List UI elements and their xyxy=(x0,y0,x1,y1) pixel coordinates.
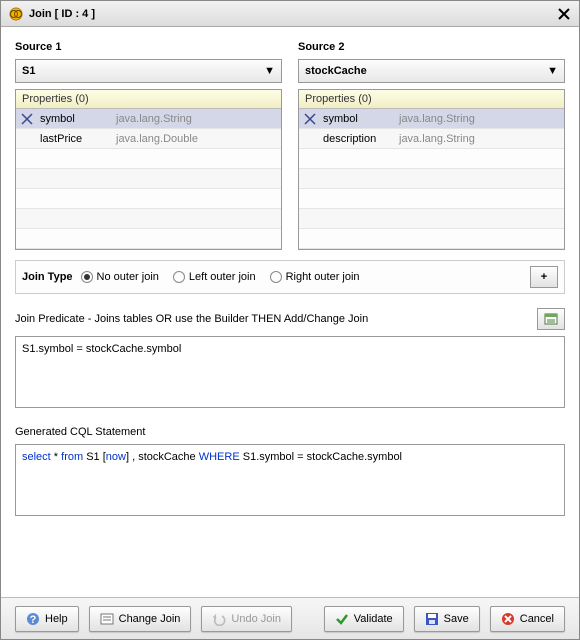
property-name: lastPrice xyxy=(40,133,110,145)
change-join-button[interactable]: Change Join xyxy=(89,606,192,632)
button-label: Change Join xyxy=(119,613,181,625)
join-type-label: Join Type xyxy=(22,271,73,283)
validate-button[interactable]: Validate xyxy=(324,606,404,632)
add-join-button[interactable]: + xyxy=(530,266,558,288)
undo-join-button: Undo Join xyxy=(201,606,292,632)
property-type: java.lang.Double xyxy=(116,133,198,145)
button-label: Cancel xyxy=(520,613,554,625)
cql-keyword: select xyxy=(22,451,51,463)
dialog-title: Join [ ID : 4 ] xyxy=(29,8,557,20)
sources-row: Source 1 S1 ▼ Properties (0) symbol java.… xyxy=(15,41,565,250)
source1-property-list: symbol java.lang.String lastPrice java.lang… xyxy=(16,109,281,249)
titlebar: Join [ ID : 4 ] xyxy=(1,1,579,27)
source2-properties-header: Properties (0) xyxy=(299,90,564,109)
source1-properties: Properties (0) symbol java.lang.String las… xyxy=(15,89,282,250)
property-row[interactable] xyxy=(16,209,281,229)
cql-text: ] , stockCache xyxy=(126,451,199,463)
property-row[interactable]: symbol java.lang.String xyxy=(299,109,564,129)
property-row[interactable] xyxy=(299,229,564,249)
radio-icon xyxy=(270,271,282,283)
source2-panel: Source 2 stockCache ▼ Properties (0) sym… xyxy=(298,41,565,250)
radio-label: Left outer join xyxy=(189,271,256,283)
property-row[interactable] xyxy=(16,169,281,189)
dialog-content: Source 1 S1 ▼ Properties (0) symbol java.… xyxy=(1,27,579,597)
help-button[interactable]: ? Help xyxy=(15,606,79,632)
join-title-icon xyxy=(9,7,23,21)
join-type-row: Join Type No outer join Left outer join … xyxy=(15,260,565,294)
source1-panel: Source 1 S1 ▼ Properties (0) symbol java.… xyxy=(15,41,282,250)
source1-label: Source 1 xyxy=(15,41,282,53)
radio-label: Right outer join xyxy=(286,271,360,283)
source2-select[interactable]: stockCache ▼ xyxy=(298,59,565,83)
generated-cql-box: select * from S1 [now] , stockCache WHER… xyxy=(15,444,565,516)
property-name: symbol xyxy=(40,113,110,125)
chevron-down-icon: ▼ xyxy=(264,65,275,77)
property-type: java.lang.String xyxy=(399,133,475,145)
builder-icon xyxy=(544,312,558,326)
predicate-label: Join Predicate - Joins tables OR use the… xyxy=(15,313,368,325)
join-key-icon xyxy=(303,113,317,125)
property-row[interactable] xyxy=(16,189,281,209)
property-row[interactable] xyxy=(299,189,564,209)
predicate-textarea[interactable]: S1.symbol = stockCache.symbol xyxy=(15,336,565,408)
source2-properties: Properties (0) symboljava.lang.Stringdes… xyxy=(298,89,565,250)
radio-label: No outer join xyxy=(97,271,159,283)
button-label: Validate xyxy=(354,613,393,625)
cancel-button[interactable]: Cancel xyxy=(490,606,565,632)
property-type: java.lang.String xyxy=(116,113,192,125)
svg-text:?: ? xyxy=(30,614,37,626)
source1-selected: S1 xyxy=(22,65,35,77)
property-name: symbol xyxy=(323,113,393,125)
cql-keyword: WHERE xyxy=(199,451,240,463)
join-key-icon xyxy=(20,113,34,125)
button-label: Undo Join xyxy=(231,613,281,625)
property-row[interactable] xyxy=(299,209,564,229)
property-row[interactable] xyxy=(16,149,281,169)
property-row[interactable]: description java.lang.String xyxy=(299,129,564,149)
predicate-label-row: Join Predicate - Joins tables OR use the… xyxy=(15,308,565,330)
source1-properties-header: Properties (0) xyxy=(16,90,281,109)
property-row[interactable]: symbol java.lang.String xyxy=(16,109,281,129)
button-label: Help xyxy=(45,613,68,625)
undo-icon xyxy=(212,612,226,626)
cql-keyword: now xyxy=(106,451,126,463)
plus-icon: + xyxy=(541,271,547,283)
cql-keyword: from xyxy=(61,451,83,463)
builder-button[interactable] xyxy=(537,308,565,330)
help-icon: ? xyxy=(26,612,40,626)
source2-property-list: symbol java.lang.String description java.la… xyxy=(299,109,564,249)
property-row[interactable] xyxy=(299,149,564,169)
check-icon xyxy=(335,612,349,626)
source2-selected: stockCache xyxy=(305,65,367,77)
radio-right-outer-join[interactable]: Right outer join xyxy=(270,271,360,283)
button-bar: ? Help Change Join Undo Join Validate xyxy=(1,597,579,639)
property-row[interactable] xyxy=(16,229,281,249)
radio-icon xyxy=(81,271,93,283)
radio-left-outer-join[interactable]: Left outer join xyxy=(173,271,256,283)
change-join-icon xyxy=(100,612,114,626)
radio-icon xyxy=(173,271,185,283)
join-dialog: Join [ ID : 4 ] Source 1 S1 ▼ Properties… xyxy=(0,0,580,640)
property-type: java.lang.String xyxy=(399,113,475,125)
radio-no-outer-join[interactable]: No outer join xyxy=(81,271,159,283)
save-icon xyxy=(425,612,439,626)
source1-select[interactable]: S1 ▼ xyxy=(15,59,282,83)
property-name: description xyxy=(323,133,393,145)
button-label: Save xyxy=(444,613,469,625)
property-row[interactable]: lastPrice java.lang.Double xyxy=(16,129,281,149)
chevron-down-icon: ▼ xyxy=(547,65,558,77)
cancel-icon xyxy=(501,612,515,626)
source2-label: Source 2 xyxy=(298,41,565,53)
property-row[interactable] xyxy=(299,169,564,189)
cql-text: S1.symbol = stockCache.symbol xyxy=(240,451,402,463)
cql-text: * xyxy=(51,451,61,463)
save-button[interactable]: Save xyxy=(414,606,480,632)
close-icon[interactable] xyxy=(557,7,571,21)
generated-cql-label: Generated CQL Statement xyxy=(15,426,565,438)
cql-text: S1 [ xyxy=(83,451,106,463)
